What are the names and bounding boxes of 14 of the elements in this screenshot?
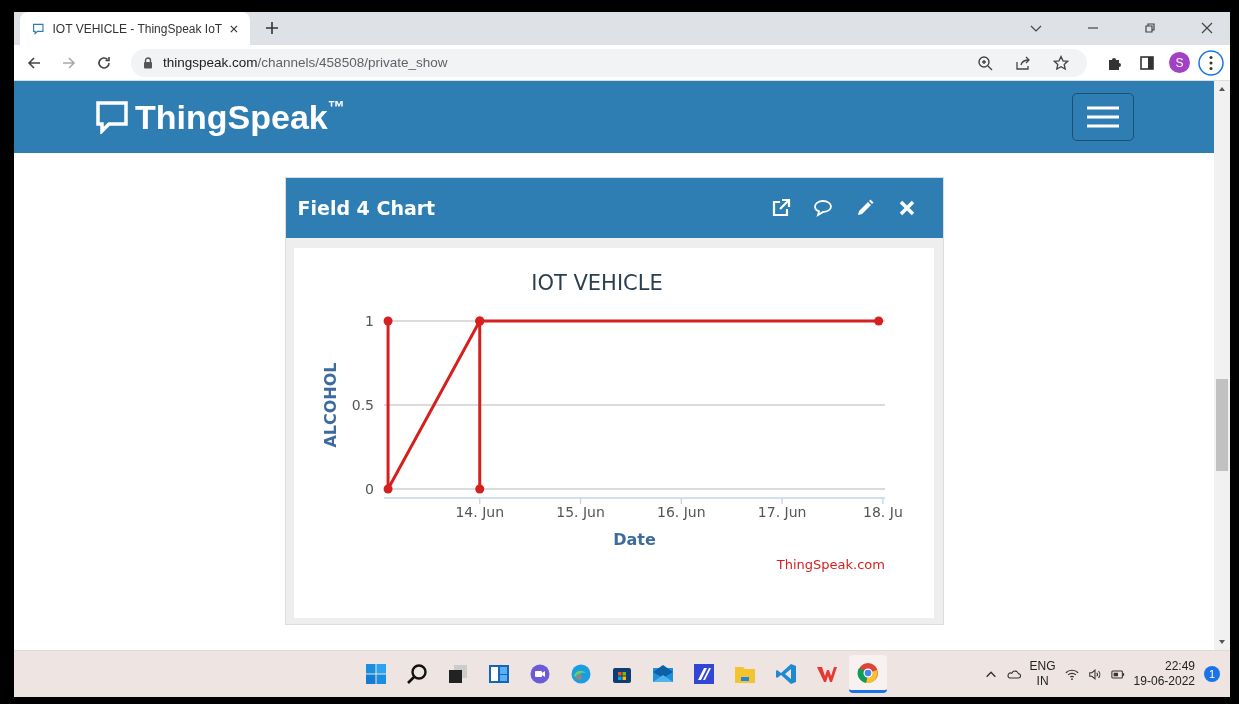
panel-title: Field 4 Chart — [297, 197, 436, 219]
y-tick-label: 0 — [364, 481, 374, 497]
url-text: thingspeak.com/channels/458508/private_show — [163, 55, 448, 70]
y-axis-title: ALCOHOL — [320, 362, 340, 448]
y-tick-label: 1 — [364, 313, 374, 329]
y-tick-label: 0.5 — [351, 397, 374, 413]
x-tick-label: 14. Jun — [454, 504, 504, 520]
chart-title: IOT VEHICLE — [530, 271, 663, 295]
x-tick-label: 17. Jun — [757, 504, 806, 520]
x-axis-title: Date — [612, 530, 656, 549]
tab-title: IOT VEHICLE - ThingSpeak IoT — [52, 21, 223, 36]
x-tick-label: 18. Ju — [862, 504, 903, 520]
x-tick-label: 16. Jun — [656, 504, 706, 520]
x-tick-label: 15. Jun — [555, 504, 605, 520]
